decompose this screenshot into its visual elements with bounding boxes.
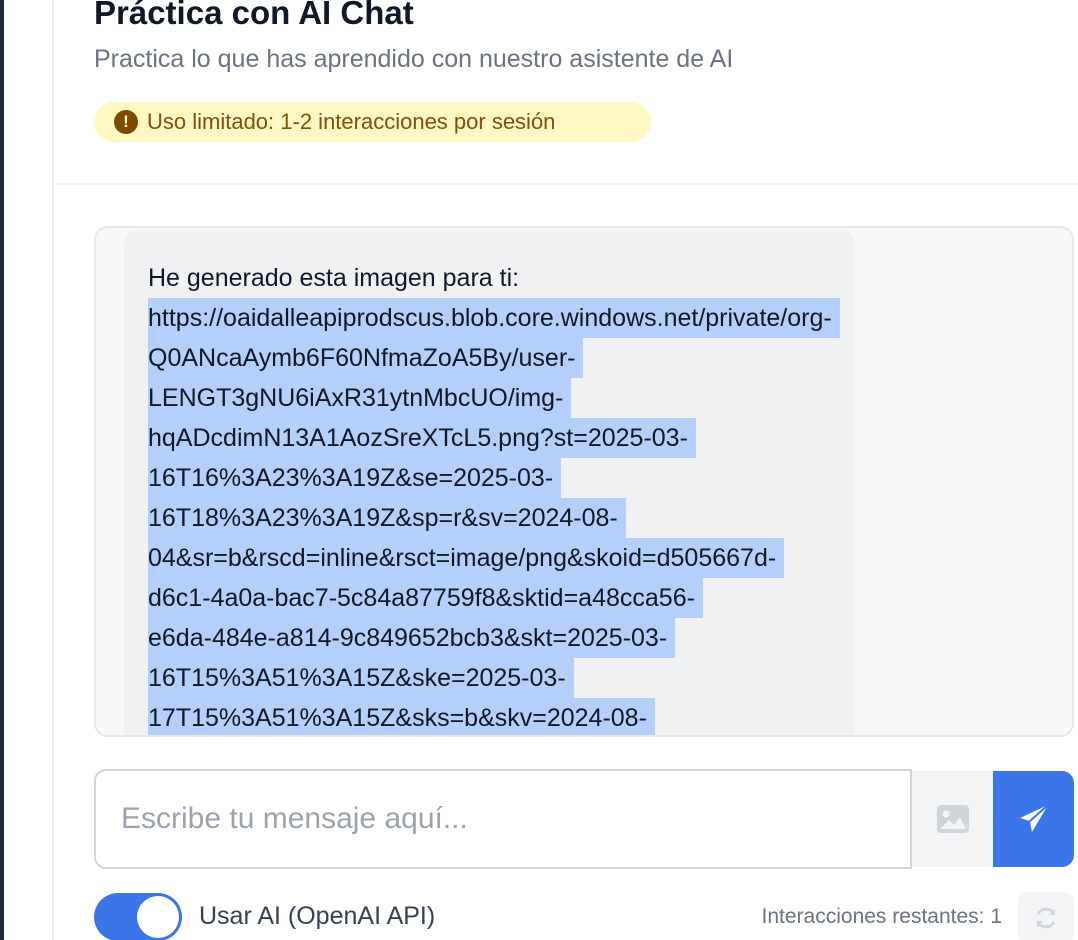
send-button[interactable] <box>993 771 1074 867</box>
header-divider <box>54 183 1078 185</box>
usage-limit-text: Uso limitado: 1-2 interacciones por sesi… <box>147 109 556 134</box>
url-line: 16T16%3A23%3A19Z&se=2025-03- <box>148 458 855 498</box>
attach-image-button[interactable] <box>912 771 993 867</box>
url-line: 17T15%3A51%3A15Z&sks=b&skv=2024-08- <box>148 698 855 735</box>
chat-messages-container[interactable]: He generado esta imagen para ti: https:/… <box>94 226 1074 737</box>
use-ai-toggle-label: Usar AI (OpenAI API) <box>199 902 436 930</box>
panel-border <box>52 0 54 940</box>
page-title: Práctica con AI Chat <box>94 0 414 31</box>
generated-image-url[interactable]: https://oaidalleapiprodscus.blob.core.wi… <box>148 298 855 735</box>
url-line: https://oaidalleapiprodscus.blob.core.wi… <box>148 298 855 338</box>
image-icon <box>936 805 969 833</box>
url-line: 16T15%3A51%3A15Z&ske=2025-03- <box>148 658 855 698</box>
use-ai-toggle[interactable] <box>94 893 182 940</box>
exclamation-circle-icon: ! <box>114 110 138 134</box>
paper-plane-icon <box>1019 804 1049 832</box>
url-line: 16T18%3A23%3A19Z&sp=r&sv=2024-08- <box>148 498 855 538</box>
url-line: hqADcdimN13A1AozSreXTcL5.png?st=2025-03- <box>148 418 855 458</box>
toggle-knob <box>137 896 179 938</box>
assistant-message-bubble: He generado esta imagen para ti: https:/… <box>124 230 855 735</box>
reset-button[interactable] <box>1018 892 1074 940</box>
remaining-interactions-text: Interacciones restantes: 1 <box>761 905 1002 928</box>
url-line: e6da-484e-a814-9c849652bcb3&skt=2025-03- <box>148 618 855 658</box>
usage-limit-badge: ! Uso limitado: 1-2 interacciones por se… <box>94 102 651 142</box>
url-line: Q0ANcaAymb6F60NfmaZoA5By/user- <box>148 338 855 378</box>
url-line: d6c1-4a0a-bac7-5c84a87759f8&sktid=a48cca… <box>148 578 855 618</box>
url-line: LENGT3gNU6iAxR31ytnMbcUO/img- <box>148 378 855 418</box>
window-left-edge <box>0 0 4 940</box>
refresh-icon <box>1036 907 1056 929</box>
url-line: 04&sr=b&rscd=inline&rsct=image/png&skoid… <box>148 538 855 578</box>
message-intro-text: He generado esta imagen para ti: <box>148 264 520 292</box>
page-subtitle: Practica lo que has aprendido con nuestr… <box>94 45 734 73</box>
chat-message-input[interactable] <box>94 769 912 869</box>
